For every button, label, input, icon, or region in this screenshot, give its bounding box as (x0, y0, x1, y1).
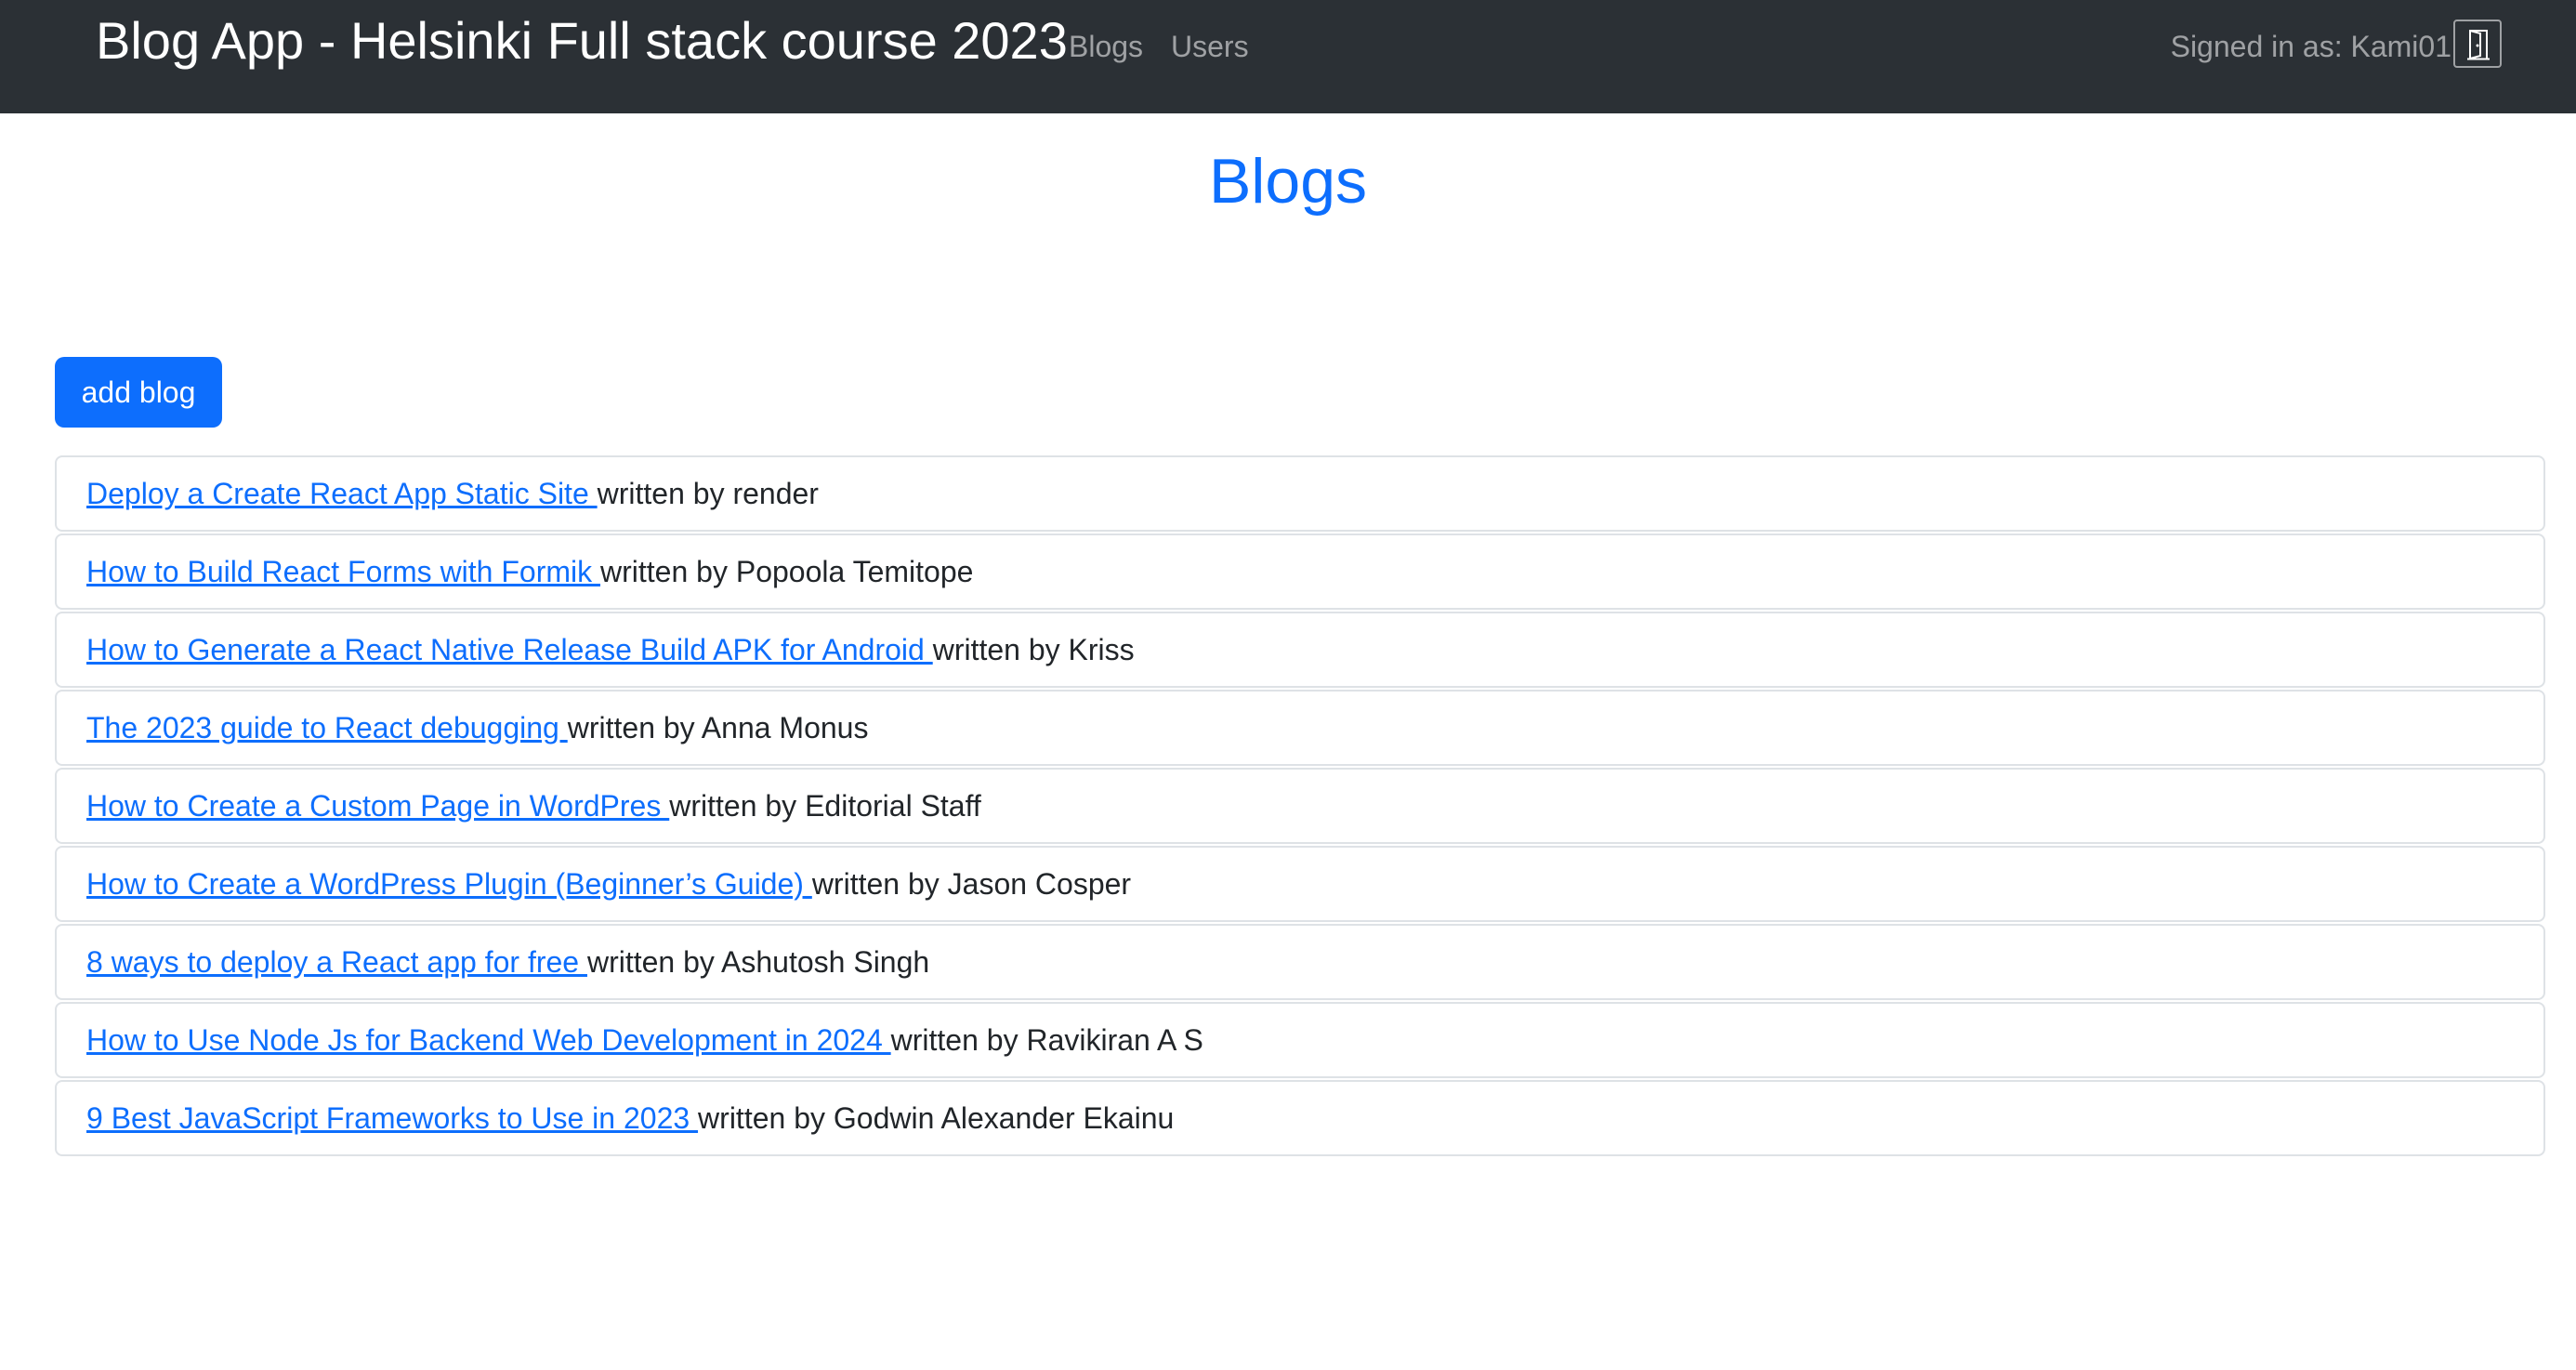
blog-author: written by Kriss (932, 633, 1135, 666)
blog-list-item: 8 ways to deploy a React app for free wr… (55, 924, 2545, 1000)
blog-list-item: How to Create a WordPress Plugin (Beginn… (55, 846, 2545, 922)
page-title: Blogs (1208, 146, 1368, 217)
blog-list-item: How to Use Node Js for Backend Web Devel… (55, 1002, 2545, 1078)
nav-link-blogs[interactable]: Blogs (1069, 26, 1143, 67)
app-brand[interactable]: Blog App - Helsinki Full stack course 20… (96, 7, 1068, 74)
blog-list: Deploy a Create React App Static Site wr… (55, 455, 2545, 1158)
blog-author: written by Ashutosh Singh (586, 945, 930, 979)
blog-author: written by render (597, 477, 819, 510)
blog-list-item: How to Build React Forms with Formik wri… (55, 534, 2545, 610)
blog-title-link[interactable]: How to Create a Custom Page in WordPres (86, 789, 669, 823)
blog-author: written by Editorial Staff (669, 789, 981, 823)
blog-title-link[interactable]: How to Build React Forms with Formik (86, 555, 600, 588)
logout-button[interactable] (2453, 20, 2502, 68)
blog-author: written by Ravikiran A S (890, 1023, 1203, 1057)
blog-list-item: How to Generate a React Native Release B… (55, 612, 2545, 688)
top-navbar: Blog App - Helsinki Full stack course 20… (0, 0, 2576, 113)
blog-author: written by Popoola Temitope (600, 555, 974, 588)
blog-list-item: The 2023 guide to React debugging writte… (55, 690, 2545, 766)
blog-list-item: Deploy a Create React App Static Site wr… (55, 455, 2545, 532)
door-icon (2467, 30, 2490, 60)
blog-title-link[interactable]: 8 ways to deploy a React app for free (86, 945, 587, 979)
blog-list-item: How to Create a Custom Page in WordPres … (55, 768, 2545, 844)
blog-author: written by Jason Cosper (811, 867, 1132, 901)
signed-in-text: Signed in as: Kami01 (2170, 30, 2451, 63)
blog-title-link[interactable]: The 2023 guide to React debugging (86, 711, 568, 744)
blog-author: written by Godwin Alexander Ekainu (698, 1101, 1175, 1135)
add-blog-button[interactable]: add blog (55, 357, 222, 428)
blog-title-link[interactable]: How to Generate a React Native Release B… (86, 633, 933, 666)
blog-author: written by Anna Monus (567, 711, 869, 744)
blog-title-link[interactable]: How to Create a WordPress Plugin (Beginn… (86, 867, 812, 901)
nav-link-users[interactable]: Users (1171, 26, 1249, 67)
blog-list-item: 9 Best JavaScript Frameworks to Use in 2… (55, 1080, 2545, 1156)
blog-title-link[interactable]: How to Use Node Js for Backend Web Devel… (86, 1023, 891, 1057)
blog-title-link[interactable]: 9 Best JavaScript Frameworks to Use in 2… (86, 1101, 698, 1135)
blog-title-link[interactable]: Deploy a Create React App Static Site (86, 477, 598, 510)
